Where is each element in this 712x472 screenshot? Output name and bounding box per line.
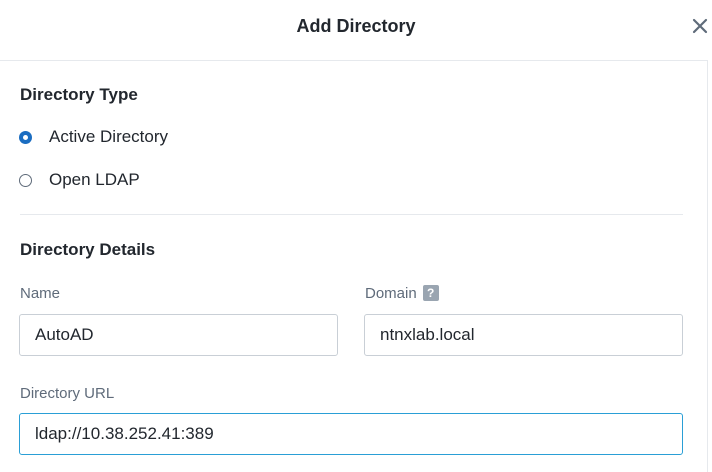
dialog-header: Add Directory — [0, 0, 712, 61]
close-icon[interactable] — [690, 16, 710, 36]
radio-label-open-ldap: Open LDAP — [49, 170, 140, 189]
scrollbar[interactable] — [707, 60, 712, 472]
domain-label: Domain — [365, 285, 417, 302]
section-divider — [20, 214, 683, 215]
directory-url-label: Directory URL — [20, 385, 115, 402]
radio-open-ldap[interactable]: Open LDAP — [19, 170, 140, 190]
dialog-title: Add Directory — [296, 16, 416, 36]
directory-details-title: Directory Details — [20, 240, 156, 259]
radio-unchecked-icon[interactable] — [19, 173, 32, 187]
directory-url-input[interactable] — [19, 413, 683, 455]
radio-checked-icon[interactable] — [19, 130, 32, 144]
help-icon[interactable]: ? — [422, 285, 439, 301]
radio-active-directory[interactable]: Active Directory — [19, 127, 168, 147]
name-label: Name — [20, 285, 61, 302]
radio-label-active-directory: Active Directory — [49, 127, 169, 146]
name-input[interactable] — [19, 314, 338, 356]
domain-label-row: Domain? — [365, 285, 439, 302]
directory-type-title: Directory Type — [20, 85, 138, 104]
domain-input[interactable] — [364, 314, 683, 356]
